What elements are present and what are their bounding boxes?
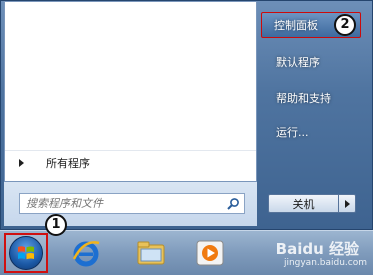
search-box[interactable] — [19, 193, 245, 214]
help-support-item[interactable]: 帮助和支持 — [269, 87, 365, 109]
all-programs-label: 所有程序 — [46, 157, 90, 170]
search-icon[interactable] — [226, 197, 240, 211]
watermark-brand: Baidu 经验 — [275, 240, 359, 258]
windows-logo-icon — [9, 236, 43, 270]
all-programs-item[interactable]: 所有程序 — [5, 150, 256, 175]
internet-explorer-icon[interactable] — [70, 237, 102, 269]
right-arrow-icon — [19, 159, 24, 167]
run-item[interactable]: 运行... — [269, 121, 365, 143]
default-programs-item[interactable]: 默认程序 — [269, 51, 365, 73]
start-button[interactable] — [4, 233, 48, 273]
watermark-url: jingyan.baidu.com — [283, 258, 367, 268]
help-support-label: 帮助和支持 — [276, 92, 331, 105]
start-menu: 所有程序 控制面板 2 默认程序 帮助和支持 运行... 关机 — [0, 0, 373, 230]
step-badge-1: 1 — [45, 214, 67, 236]
media-player-icon[interactable] — [194, 237, 226, 269]
control-panel-label: 控制面板 — [274, 19, 318, 32]
shutdown-options-button[interactable] — [339, 194, 356, 213]
shutdown-control: 关机 — [268, 194, 356, 213]
step-badge-2: 2 — [334, 14, 356, 36]
run-label: 运行... — [276, 126, 309, 139]
shutdown-button[interactable]: 关机 — [268, 194, 339, 213]
folder-icon[interactable] — [135, 237, 167, 269]
search-input[interactable] — [20, 196, 226, 211]
right-arrow-icon — [344, 199, 350, 208]
programs-pane: 所有程序 — [4, 1, 257, 182]
default-programs-label: 默认程序 — [276, 56, 320, 69]
search-area — [4, 182, 257, 226]
